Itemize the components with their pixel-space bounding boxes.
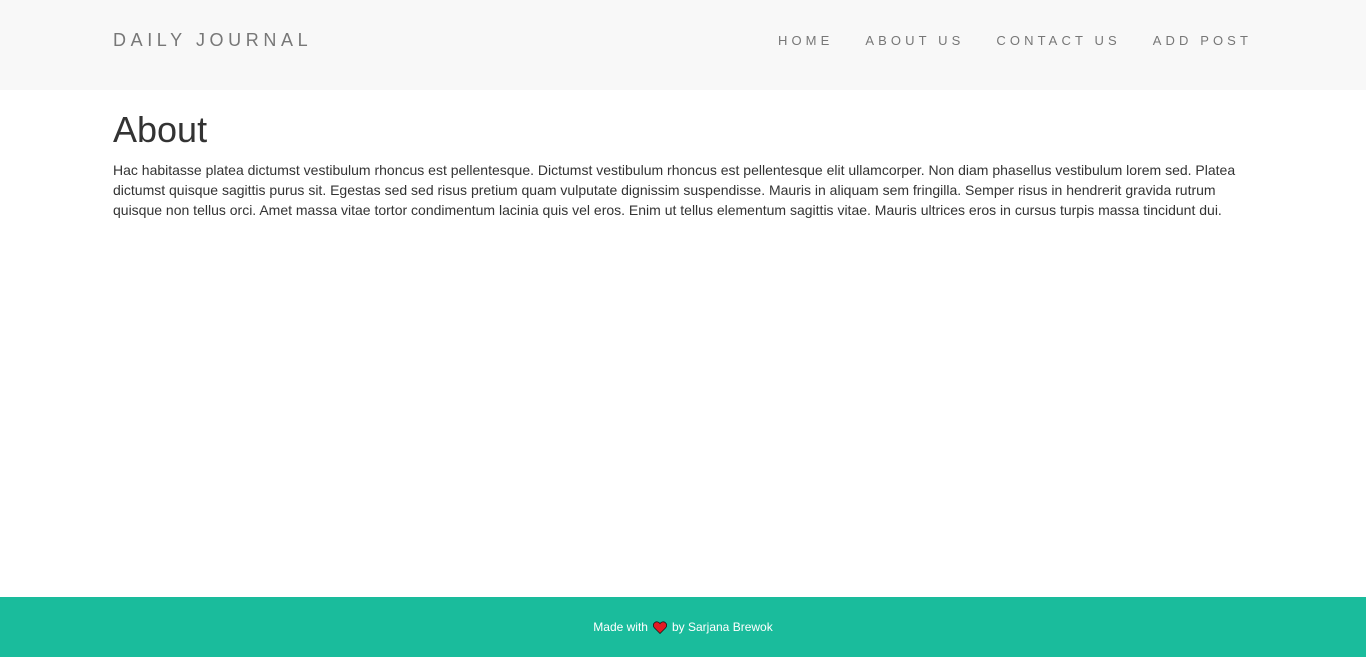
nav-link-about[interactable]: ABOUT US bbox=[865, 33, 964, 48]
heart-icon bbox=[652, 620, 668, 634]
footer-made-with: Made with bbox=[593, 620, 648, 634]
nav-link-contact[interactable]: CONTACT US bbox=[996, 33, 1120, 48]
main-content: About Hac habitasse platea dictumst vest… bbox=[113, 108, 1253, 220]
page-title: About bbox=[113, 109, 208, 150]
navbar: DAILY JOURNAL HOME ABOUT US CONTACT US A… bbox=[0, 0, 1366, 90]
page-body: Hac habitasse platea dictumst vestibulum… bbox=[113, 162, 1236, 218]
nav-item-home: HOME bbox=[778, 32, 833, 50]
brand-link[interactable]: DAILY JOURNAL bbox=[113, 29, 312, 51]
footer: Made with by Sarjana Brewok bbox=[0, 597, 1366, 657]
nav-link-home[interactable]: HOME bbox=[778, 33, 833, 48]
footer-author: by Sarjana Brewok bbox=[671, 620, 773, 634]
nav-item-contact: CONTACT US bbox=[996, 32, 1120, 50]
nav-item-add-post: ADD POST bbox=[1153, 32, 1252, 50]
nav-item-about: ABOUT US bbox=[865, 32, 964, 50]
nav-link-add-post[interactable]: ADD POST bbox=[1153, 33, 1252, 48]
nav-menu: HOME ABOUT US CONTACT US ADD POST bbox=[778, 32, 1252, 50]
